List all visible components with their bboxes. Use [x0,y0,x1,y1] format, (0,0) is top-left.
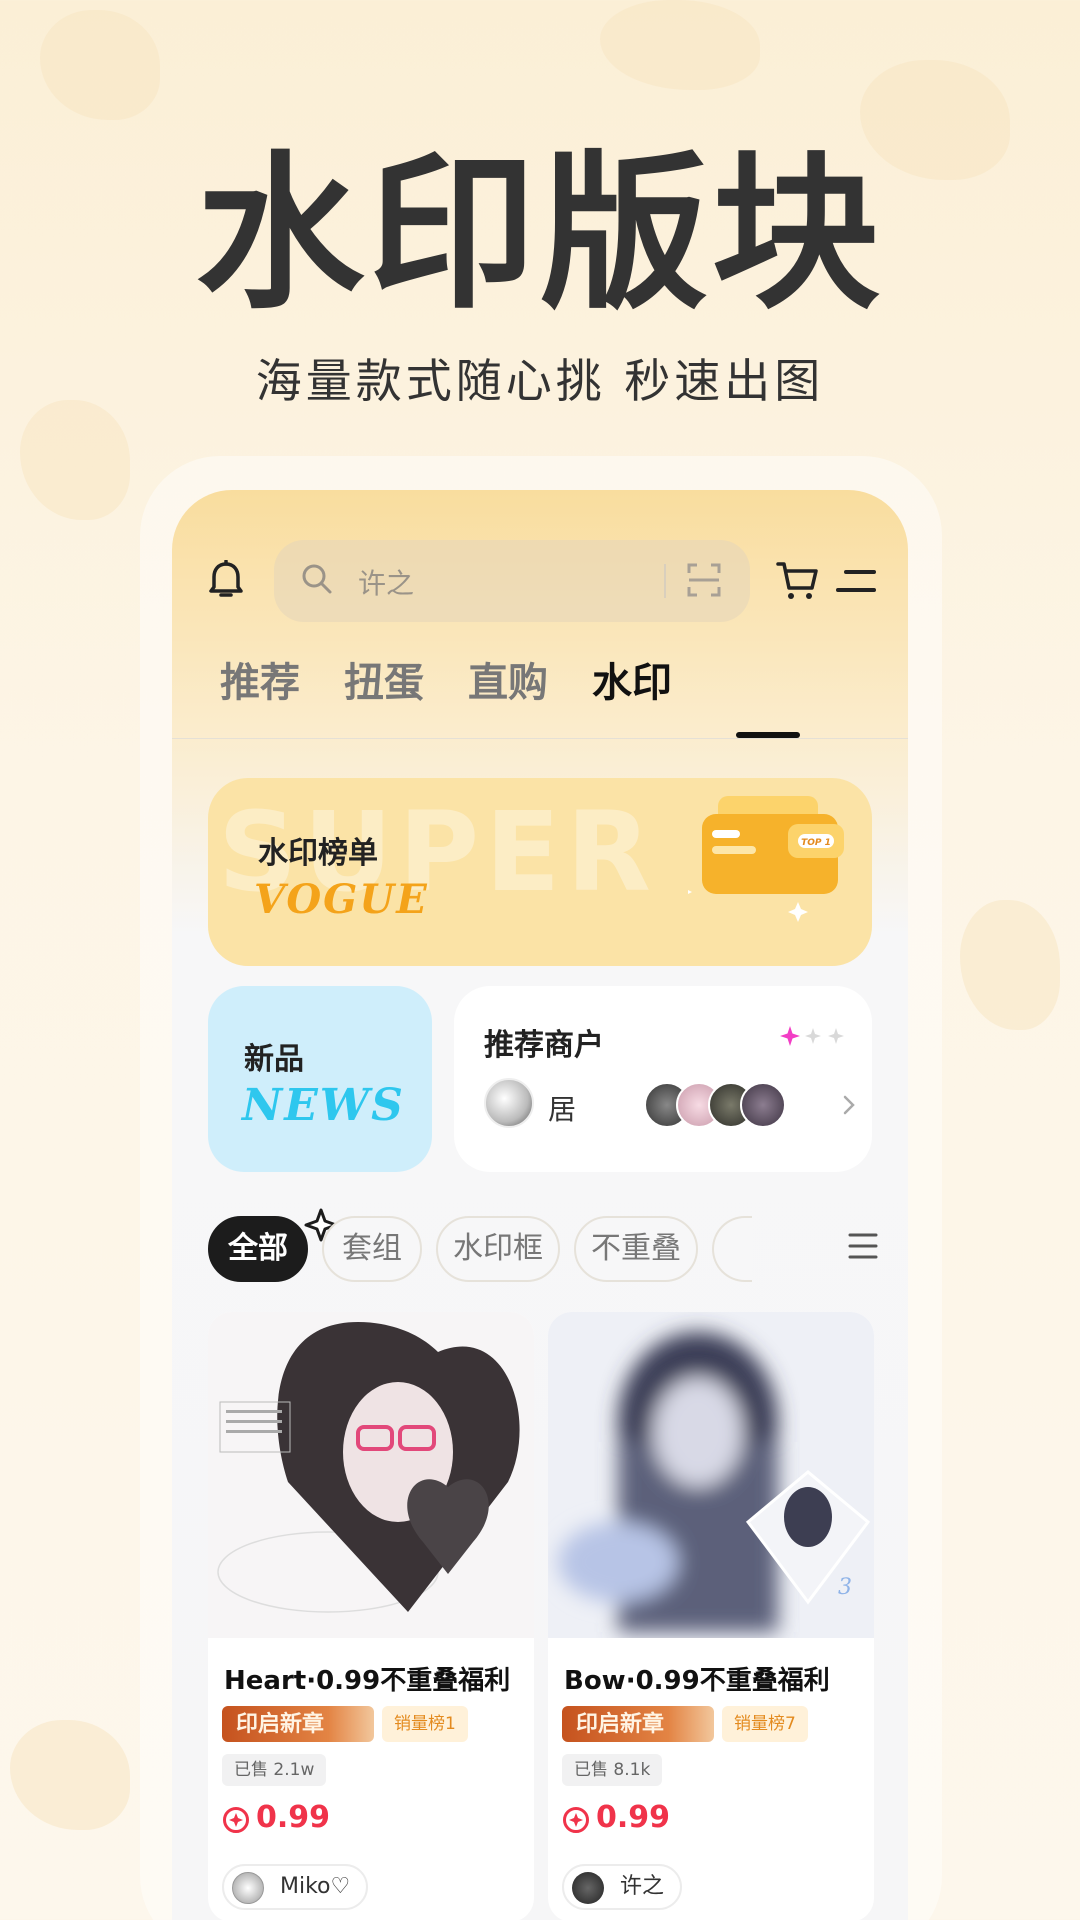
background-shape [10,1720,130,1830]
merchant-name[interactable]: 居 [548,1088,576,1128]
product-title[interactable]: Bow·0.99不重叠福利 [564,1660,830,1697]
coin-icon [223,1807,249,1833]
filter-chip-all[interactable]: 全部 [208,1216,308,1282]
background-shape [20,400,130,520]
seller-chip[interactable]: Miko♡ [222,1864,369,1910]
brand-tag: 印启新章 [222,1706,374,1742]
tabs-divider [172,738,908,739]
rank-tag: 销量榜1 [382,1706,468,1742]
avatar [572,1872,604,1904]
avatar[interactable] [740,1082,786,1128]
rank-banner-title: 水印榜单 [258,836,378,871]
product-image[interactable]: 3 [548,1312,874,1638]
seller-name: Miko♡ [280,1874,351,1899]
merchant-card-title: 推荐商户 [484,1028,604,1063]
sold-count: 已售 8.1k [562,1754,663,1786]
filter-chip-set[interactable]: 套组 [322,1216,422,1282]
background-shape [600,0,760,90]
recommended-merchants-card[interactable]: 推荐商户 居 [454,986,872,1172]
product-price: 0.99 [256,1800,331,1835]
product-price: 0.99 [596,1800,671,1835]
filter-chip-more[interactable] [712,1216,752,1282]
filter-chips: 全部 套组 水印框 不重叠 [208,1208,908,1286]
top-bar: 许之 [172,540,908,624]
news-card-title: 新品 [244,1042,304,1077]
sold-count: 已售 2.1w [222,1754,327,1786]
svg-text:TOP 1: TOP 1 [801,838,831,848]
filter-list-icon[interactable] [848,1232,878,1260]
search-bar[interactable]: 许之 [274,540,750,622]
background-shape [960,900,1060,1030]
brand-tag: 印启新章 [562,1706,714,1742]
search-icon [302,564,332,594]
bell-icon[interactable] [208,560,244,600]
seller-chip[interactable]: 许之 [562,1864,683,1910]
coin-icon [563,1807,589,1833]
rank-banner-deco-text: VOGUE [254,876,429,923]
news-card-deco-text: NEWS [242,1080,405,1131]
product-image[interactable] [208,1312,534,1638]
product-title[interactable]: Heart·0.99不重叠福利 [224,1660,510,1697]
hero-title: 水印版块 [196,136,884,332]
wallet-illustration-icon: TOP 1 [688,796,844,922]
hero-subtitle: 海量款式随心挑 秒速出图 [255,354,825,408]
seller-name: 许之 [620,1874,665,1899]
background-shape [40,10,160,120]
tab-recommend[interactable]: 推荐 [220,650,300,708]
phone-screen: 许之 推荐 扭蛋 直购 水印 SUPER 水印榜单 VOGUE TOP 1 新品… [172,490,908,1920]
product-card[interactable]: Heart·0.99不重叠福利 印启新章 销量榜1 已售 2.1w 0.99 M… [208,1312,534,1920]
merchant-avatar[interactable] [484,1078,534,1128]
avatar [232,1872,264,1904]
new-products-card[interactable]: 新品 NEWS [208,986,432,1172]
rank-tag: 销量榜7 [722,1706,808,1742]
tab-watermark[interactable]: 水印 [592,650,672,708]
filter-chip-frame[interactable]: 水印框 [436,1216,560,1282]
product-card[interactable]: 3 Bow·0.99不重叠福利 印启新章 销量榜7 已售 8.1k 0.99 许… [548,1312,874,1920]
cart-icon[interactable] [776,560,820,602]
search-divider [664,564,666,598]
filter-chip-no-overlap[interactable]: 不重叠 [574,1216,698,1282]
menu-icon[interactable] [836,568,876,594]
search-input[interactable]: 许之 [358,562,414,602]
svg-text:3: 3 [838,1575,852,1600]
sparkle-indicator-icon [780,1026,844,1046]
tab-direct-buy[interactable]: 直购 [468,650,548,708]
watermark-rank-banner[interactable]: SUPER 水印榜单 VOGUE TOP 1 [208,778,872,966]
category-tabs: 推荐 扭蛋 直购 水印 [172,650,908,730]
tab-gacha[interactable]: 扭蛋 [344,650,424,708]
scan-icon[interactable] [686,562,722,598]
chevron-right-icon[interactable] [842,1094,856,1116]
